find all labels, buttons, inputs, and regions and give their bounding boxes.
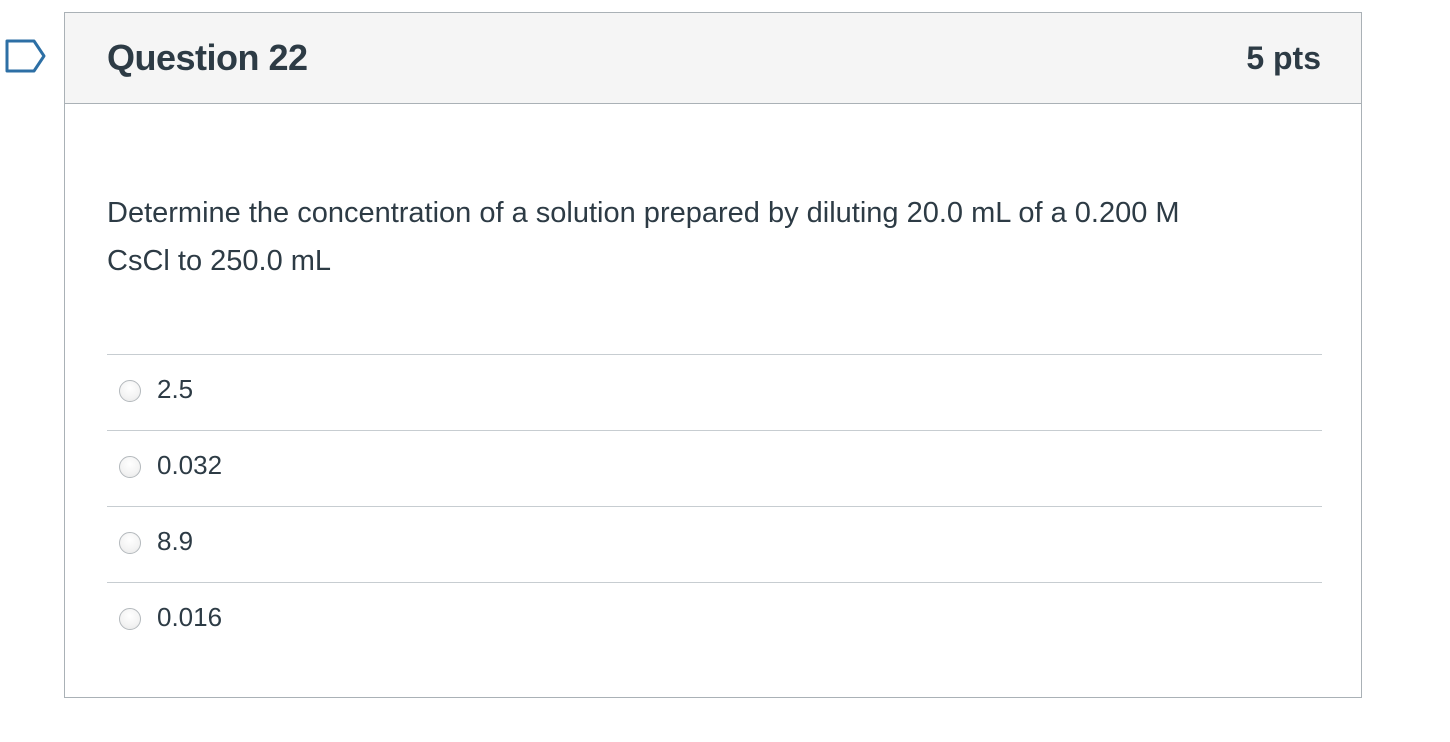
radio-button[interactable]: [119, 532, 141, 554]
radio-button[interactable]: [119, 456, 141, 478]
answer-option[interactable]: 2.5: [107, 354, 1322, 430]
question-title: Question 22: [107, 37, 308, 78]
question-text-line-1: Determine the concentration of a solutio…: [107, 197, 1180, 229]
answer-option[interactable]: 8.9: [107, 506, 1322, 582]
answer-option[interactable]: 0.016: [107, 582, 1322, 658]
question-text: Determine the concentration of a solutio…: [107, 189, 1307, 285]
question-card: Question 22 5 pts Determine the concentr…: [64, 12, 1362, 698]
radio-button[interactable]: [119, 608, 141, 630]
answer-label[interactable]: 0.016: [157, 602, 222, 633]
question-text-line-2: CsCl to 250.0 mL: [107, 245, 332, 277]
answer-label[interactable]: 8.9: [157, 526, 193, 557]
answer-list: 2.5 0.032 8.9 0.016: [107, 354, 1322, 658]
answer-option[interactable]: 0.032: [107, 430, 1322, 506]
bookmark-flag-icon[interactable]: [4, 38, 48, 74]
answer-label[interactable]: 0.032: [157, 450, 222, 481]
radio-button[interactable]: [119, 380, 141, 402]
question-header: Question 22 5 pts: [65, 13, 1361, 104]
question-points: 5 pts: [1246, 40, 1321, 76]
answer-label[interactable]: 2.5: [157, 374, 193, 405]
